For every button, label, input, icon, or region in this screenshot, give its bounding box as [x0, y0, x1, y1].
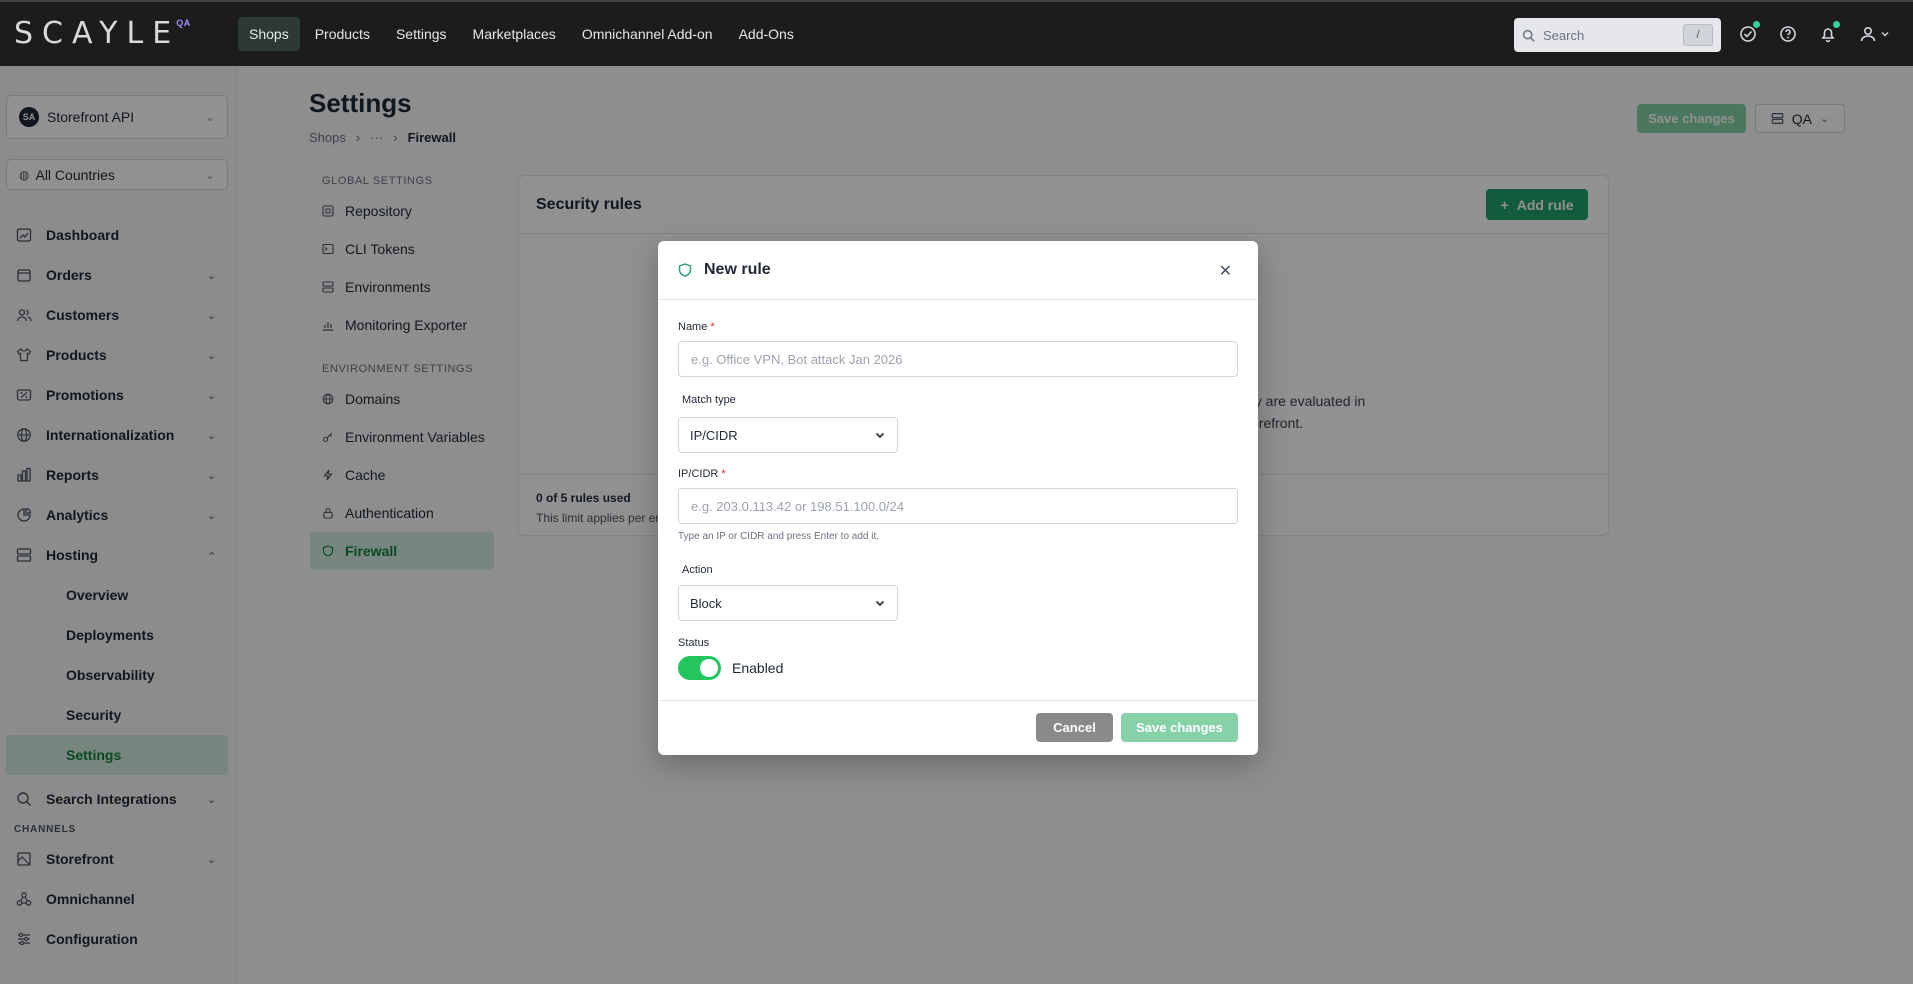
toggle-knob	[700, 659, 718, 677]
match-type-value: IP/CIDR	[690, 427, 738, 443]
shield-icon	[678, 262, 692, 278]
ipcidr-hint: Type an IP or CIDR and press Enter to ad…	[678, 531, 880, 542]
action-select[interactable]: Block	[678, 585, 898, 621]
search-placeholder: Search	[1543, 27, 1585, 43]
status-toggle[interactable]	[678, 656, 721, 680]
search-icon	[1522, 29, 1535, 42]
env-badge: QA	[176, 18, 191, 28]
cancel-button[interactable]: Cancel	[1036, 713, 1113, 742]
match-type-label: Match type	[682, 394, 736, 406]
top-nav: Shops Products Settings Marketplaces Omn…	[238, 17, 805, 51]
status-dot	[1753, 21, 1760, 28]
chevron-down-icon	[1881, 32, 1889, 37]
match-type-select[interactable]: IP/CIDR	[678, 417, 898, 453]
status-value: Enabled	[732, 660, 784, 676]
topnav-shops[interactable]: Shops	[238, 17, 300, 51]
dialog-header: New rule ✕	[658, 241, 1258, 300]
topnav-marketplaces[interactable]: Marketplaces	[462, 17, 567, 51]
topnav-products[interactable]: Products	[304, 17, 381, 51]
action-value: Block	[690, 595, 722, 611]
user-menu-icon[interactable]	[1858, 24, 1892, 44]
name-field[interactable]	[678, 341, 1238, 377]
scayle-logo[interactable]: SCAYLE QA	[14, 16, 191, 51]
dialog-title: New rule	[704, 261, 771, 278]
ipcidr-field[interactable]	[678, 488, 1238, 524]
chevron-down-icon	[874, 597, 886, 609]
search-input[interactable]: Search /	[1514, 18, 1721, 52]
topnav-settings[interactable]: Settings	[385, 17, 458, 51]
action-label: Action	[682, 564, 713, 576]
top-bar: SCAYLE QA Shops Products Settings Market…	[0, 0, 1913, 66]
help-icon[interactable]	[1778, 24, 1798, 44]
notification-dot	[1833, 21, 1840, 28]
name-label: Name *	[678, 321, 715, 333]
topnav-addons[interactable]: Add-Ons	[728, 17, 805, 51]
top-icons	[1738, 21, 1892, 44]
save-changes-button[interactable]: Save changes	[1121, 713, 1238, 742]
ipcidr-label: IP/CIDR *	[678, 468, 726, 480]
bell-icon[interactable]	[1818, 21, 1840, 44]
close-icon[interactable]: ✕	[1219, 261, 1232, 281]
logo-wordmark: SCAYLE	[14, 16, 181, 51]
status-label: Status	[678, 637, 710, 649]
search-shortcut: /	[1683, 24, 1713, 46]
divider	[658, 700, 1258, 701]
status-icon[interactable]	[1738, 21, 1760, 44]
new-rule-dialog: New rule ✕ Name * Match type IP/CIDR IP/…	[658, 241, 1258, 755]
chevron-down-icon	[874, 429, 886, 441]
topnav-omnichannel-addon[interactable]: Omnichannel Add-on	[571, 17, 724, 51]
